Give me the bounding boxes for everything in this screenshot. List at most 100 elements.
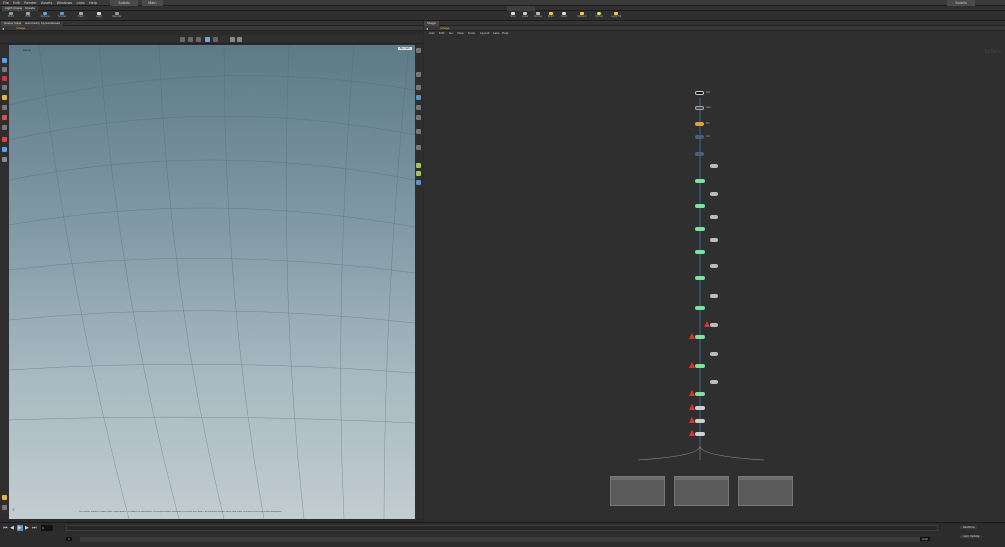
view-label[interactable]: Persp [23, 48, 31, 52]
mtl-node[interactable] [695, 122, 704, 126]
render-view-icon[interactable] [230, 37, 235, 42]
lop-tool-spot[interactable]: Spot [559, 12, 569, 20]
range-slider[interactable] [80, 537, 920, 542]
auto-update-select[interactable]: Auto Update [960, 535, 983, 538]
scale-icon[interactable] [2, 85, 7, 90]
grid-toggle-icon[interactable] [416, 115, 421, 120]
guide-icon[interactable] [416, 163, 421, 168]
input-node[interactable] [710, 380, 718, 384]
render-region-icon[interactable] [416, 180, 421, 185]
paint-icon[interactable] [2, 147, 7, 152]
display-icon[interactable] [213, 37, 218, 42]
lop-tool-distant[interactable]: Distant [577, 12, 587, 20]
lighting-icon[interactable] [237, 37, 242, 42]
shelf-tool-sphere[interactable]: Sphere [40, 12, 50, 20]
chain-node[interactable] [695, 179, 705, 183]
subnet-box-3[interactable] [738, 476, 793, 506]
input-node[interactable] [710, 323, 718, 327]
input-node[interactable] [710, 215, 718, 219]
lop-tool-point[interactable]: Point [546, 12, 556, 20]
var-node-1[interactable] [695, 135, 704, 139]
jump-start-icon[interactable]: ⏮ [3, 525, 8, 531]
warning-icon[interactable] [689, 333, 695, 339]
subnet-box-2[interactable] [674, 476, 729, 506]
lights-toggle-icon[interactable] [416, 95, 421, 100]
view-icon[interactable] [2, 125, 7, 130]
shelf-tool-edit[interactable]: Edit [23, 12, 33, 20]
shading-icon[interactable] [416, 72, 421, 77]
warning-icon[interactable] [689, 390, 695, 396]
timeline-ruler[interactable] [66, 525, 938, 531]
chain-node[interactable] [695, 432, 705, 436]
chain-node[interactable] [695, 406, 705, 410]
warning-icon[interactable] [689, 417, 695, 423]
chain-node[interactable] [695, 204, 705, 208]
measure-icon[interactable] [2, 157, 7, 162]
rotate-tool-icon[interactable] [196, 37, 201, 42]
start-frame-field[interactable]: 1 [66, 537, 72, 541]
snap-icon[interactable] [205, 37, 210, 42]
geo-node[interactable] [695, 106, 704, 110]
shelf-tool-render[interactable]: Render [112, 12, 122, 20]
ghost-icon[interactable] [416, 145, 421, 150]
chain-node[interactable] [695, 392, 705, 396]
lop-tool-sun[interactable]: Sun [508, 12, 518, 20]
frame-field[interactable]: 1 [41, 525, 53, 531]
input-node[interactable] [710, 238, 718, 242]
input-node[interactable] [710, 164, 718, 168]
pin-icon[interactable] [2, 495, 7, 500]
display-options-icon[interactable] [416, 48, 421, 53]
input-node[interactable] [710, 264, 718, 268]
camera-icon[interactable] [2, 137, 7, 142]
ref-node[interactable] [695, 91, 704, 95]
jump-end-icon[interactable]: ⏭ [32, 525, 37, 531]
shelf-tool-scene[interactable]: Scene [57, 12, 67, 20]
input-node[interactable] [710, 192, 718, 196]
pose-icon[interactable] [2, 95, 7, 100]
warning-icon[interactable] [689, 404, 695, 410]
camera-label[interactable]: No cam [398, 47, 412, 50]
lop-tool-light-mixer[interactable]: Light Mixer [611, 12, 621, 20]
stage-path[interactable]: /stage [16, 26, 25, 31]
chain-node[interactable] [695, 419, 705, 423]
step-forward-icon[interactable]: ▶ [25, 525, 29, 531]
rotate-icon[interactable] [2, 76, 7, 81]
lop-tool-portal[interactable]: Portal [594, 12, 604, 20]
warning-icon[interactable] [704, 321, 710, 327]
bg-icon[interactable] [416, 129, 421, 134]
viewport[interactable]: Persp No cam ⊹ Left mouse tumbles. Middl… [9, 45, 415, 519]
warning-icon[interactable] [689, 362, 695, 368]
light-place-icon[interactable] [2, 115, 7, 120]
input-node[interactable] [710, 294, 718, 298]
subnet-box-1[interactable] [610, 476, 665, 506]
select-tool-icon[interactable] [180, 37, 185, 42]
chain-node[interactable] [695, 276, 705, 280]
select-arrow-icon[interactable] [2, 58, 7, 63]
back-arrow-icon[interactable]: ◂ [2, 26, 4, 31]
warning-icon[interactable] [689, 430, 695, 436]
end-frame-field[interactable]: 240 [920, 537, 930, 541]
shelf-tool-light[interactable]: Light [94, 12, 104, 20]
var-node-2[interactable] [695, 152, 704, 156]
wire-icon[interactable] [416, 85, 421, 90]
chain-node[interactable] [695, 364, 705, 368]
lock-icon[interactable] [2, 505, 7, 510]
play-icon[interactable]: ▶ [17, 525, 23, 531]
chain-node[interactable] [695, 227, 705, 231]
chain-node[interactable] [695, 306, 705, 310]
transform-tool-icon[interactable] [188, 37, 193, 42]
realtime-toggle[interactable]: Realtime [960, 526, 978, 529]
move-icon[interactable] [2, 67, 7, 72]
shelf-tool-point[interactable]: Point [6, 12, 16, 20]
chain-node[interactable] [695, 250, 705, 254]
input-node[interactable] [710, 352, 718, 356]
shelf-tool-cam[interactable]: Cam [76, 12, 86, 20]
handle-icon[interactable] [2, 105, 7, 110]
shadows-icon[interactable] [416, 105, 421, 110]
camera-guide-icon[interactable] [416, 171, 421, 176]
chain-node[interactable] [695, 335, 705, 339]
lop-tool-area[interactable]: Area [520, 12, 530, 20]
lop-tool-dome[interactable]: Dome [533, 12, 543, 20]
step-back-icon[interactable]: ◀ [10, 525, 14, 531]
network-canvas[interactable]: Solaris Ref Geo Mtl Var [424, 36, 1005, 522]
